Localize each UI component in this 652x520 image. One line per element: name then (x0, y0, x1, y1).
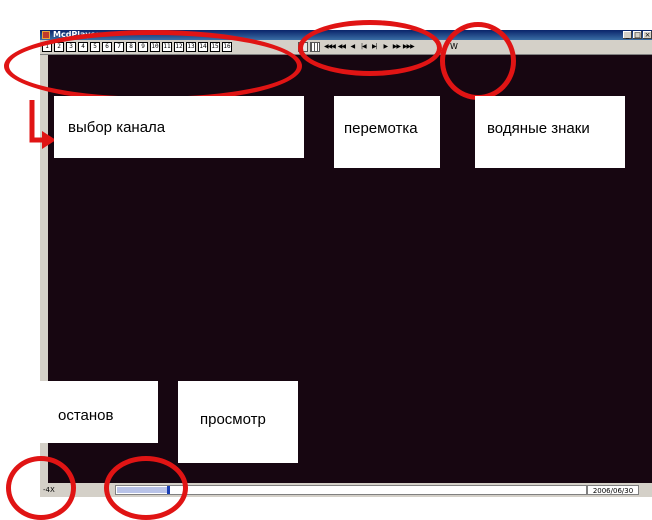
view-label: просмотр (178, 381, 298, 463)
stop-label: останов (36, 381, 158, 443)
watermarks-label: водяные знаки (475, 96, 625, 168)
channel-select-label: выбор канала (54, 96, 304, 158)
rewind-label: перемотка (334, 96, 440, 168)
